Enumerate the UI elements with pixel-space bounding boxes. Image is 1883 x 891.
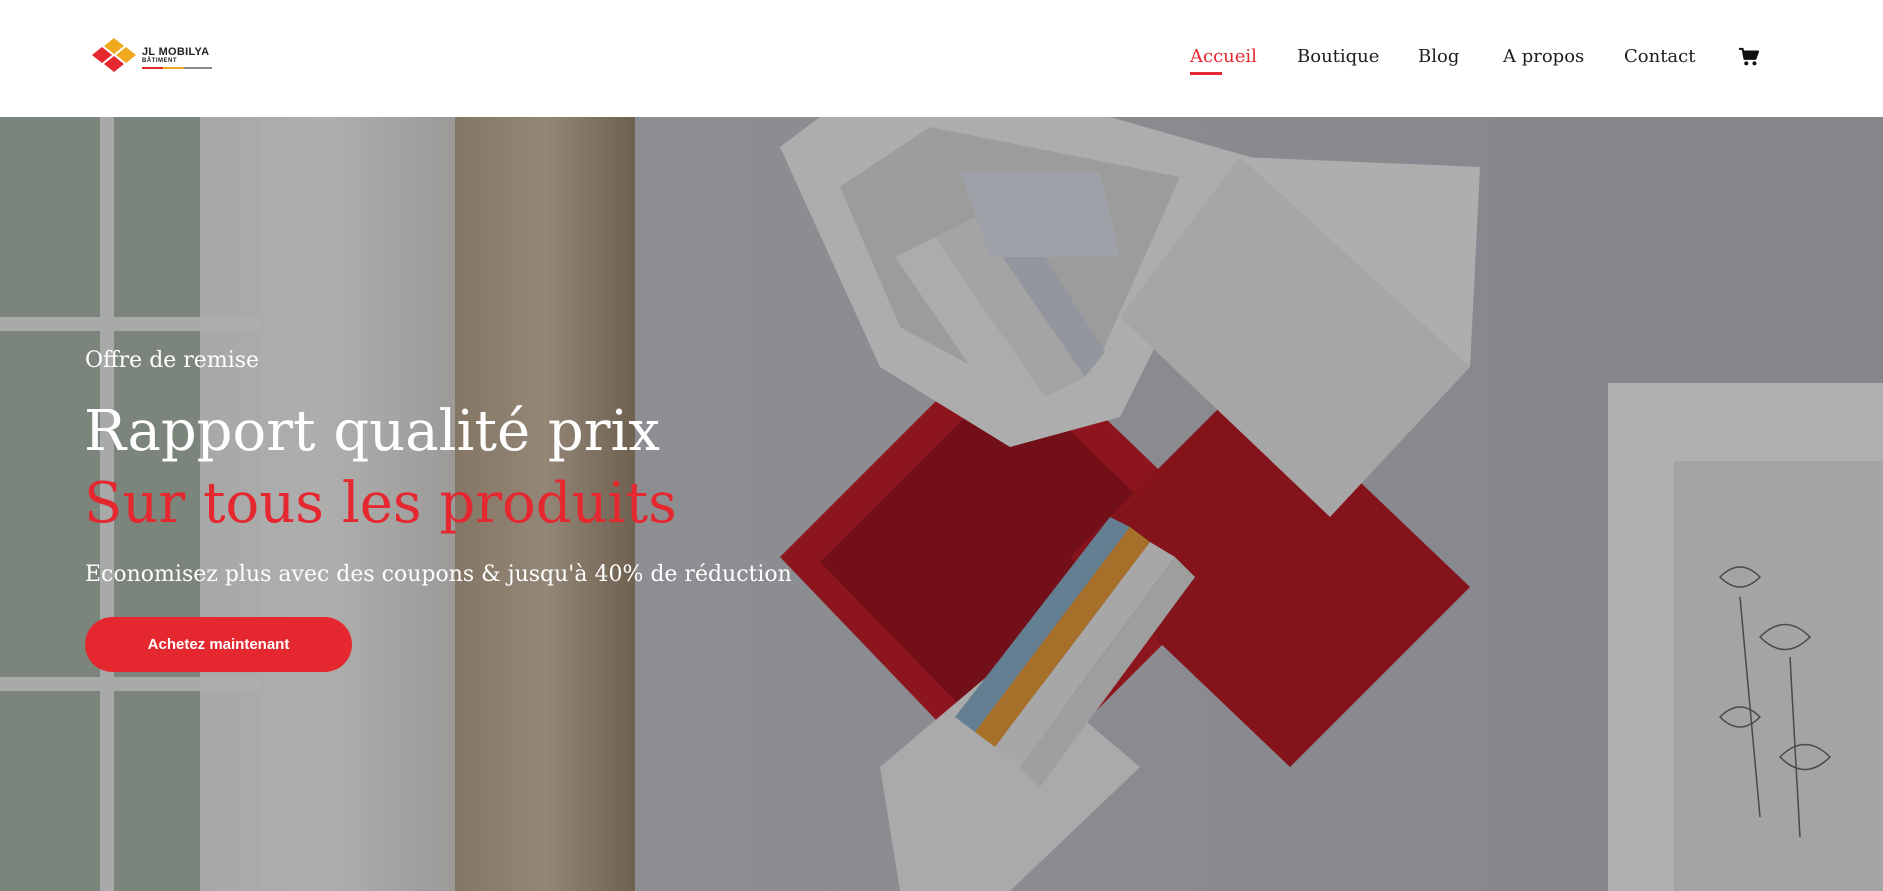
site-logo[interactable]: JL MOBILYA BÂTIMENT — [86, 36, 216, 76]
hero-banner: Offre de remise Rapport qualité prix Sur… — [0, 117, 1883, 891]
logo-color-bar — [142, 67, 212, 69]
hero-title-line1: Rapport qualité prix — [84, 399, 660, 464]
nav-item-blog[interactable]: Blog — [1418, 46, 1459, 67]
logo-sub-text: BÂTIMENT — [142, 58, 177, 64]
nav-item-a-propos[interactable]: A propos — [1503, 46, 1584, 67]
nav-active-underline — [1190, 72, 1222, 75]
shop-now-button[interactable]: Achetez maintenant — [85, 617, 352, 672]
site-header: JL MOBILYA BÂTIMENT Accueil Boutique Blo… — [0, 0, 1883, 117]
shopping-cart-icon[interactable] — [1738, 47, 1760, 67]
nav-item-boutique[interactable]: Boutique — [1297, 46, 1379, 67]
nav-item-accueil[interactable]: Accueil — [1190, 46, 1257, 67]
hero-title-line2: Sur tous les produits — [84, 471, 677, 536]
logo-brand-text: JL MOBILYA — [142, 46, 210, 58]
hero-eyebrow: Offre de remise — [85, 348, 260, 373]
logo-diamonds-icon — [92, 38, 136, 72]
nav-item-contact[interactable]: Contact — [1624, 46, 1695, 67]
hero-subtitle: Economisez plus avec des coupons & jusqu… — [85, 562, 792, 587]
